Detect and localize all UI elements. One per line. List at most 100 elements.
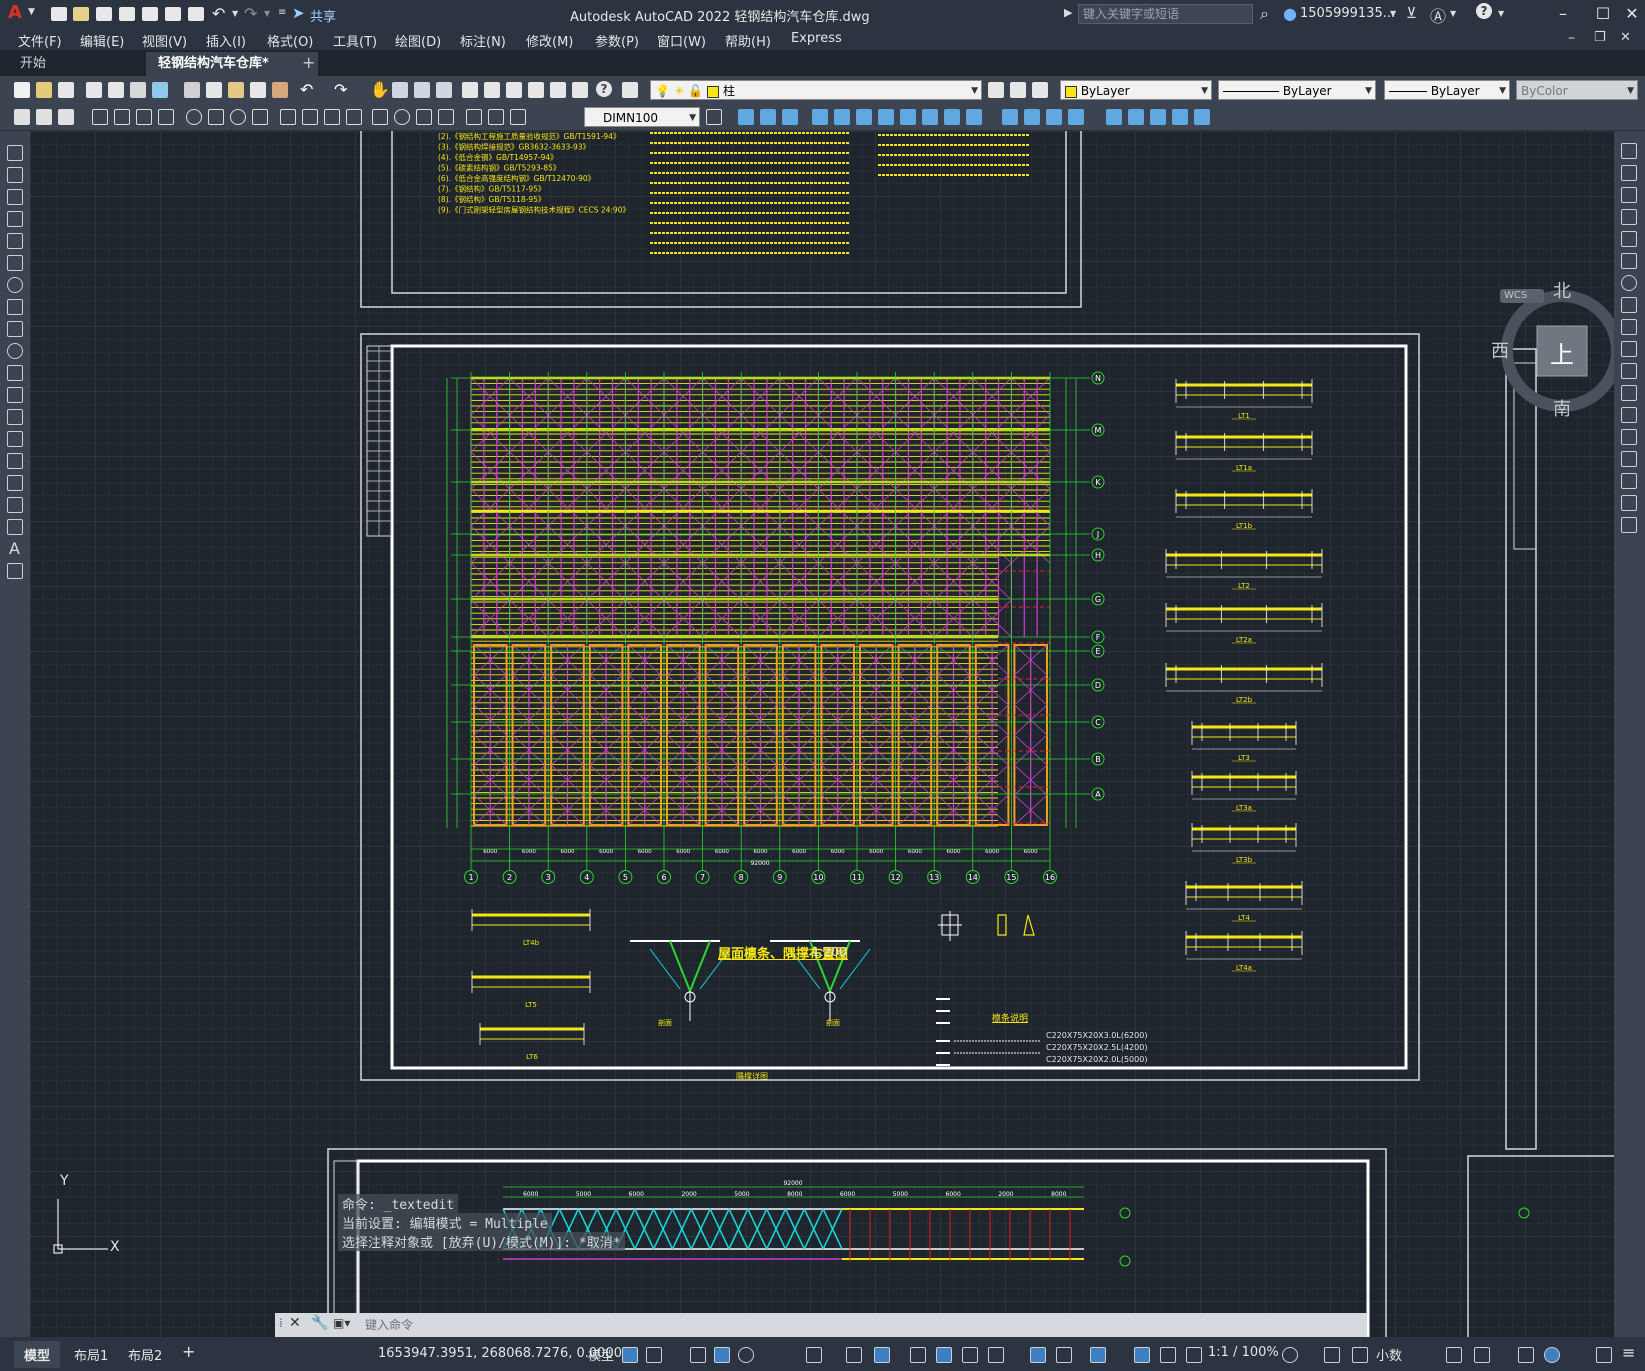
3d-osnap-icon[interactable]	[988, 1347, 1004, 1363]
doc-close-icon[interactable]: ✕	[1620, 30, 1631, 45]
model-space-button[interactable]: 模型	[588, 1345, 614, 1364]
rectangle-icon[interactable]	[7, 233, 23, 249]
new-file-icon[interactable]	[50, 5, 68, 23]
menu-edit[interactable]: 编辑(E)	[80, 31, 124, 50]
tab-start[interactable]: 开始	[8, 52, 132, 76]
layer-previous-icon[interactable]	[1010, 82, 1026, 98]
linear-dim-icon[interactable]	[92, 109, 108, 125]
dimstyle-manager-icon[interactable]	[706, 109, 722, 125]
region-icon[interactable]	[7, 497, 23, 513]
open-icon[interactable]	[36, 82, 52, 98]
extend-icon[interactable]	[1621, 363, 1637, 379]
join-icon[interactable]	[1621, 429, 1637, 445]
paste-icon[interactable]	[228, 82, 244, 98]
viewcube-west[interactable]: 西	[1491, 337, 1509, 363]
spline-icon[interactable]	[7, 321, 23, 337]
menu-dimension[interactable]: 标注(N)	[460, 31, 506, 50]
quickcalc-icon[interactable]	[572, 82, 588, 98]
viewcube-south[interactable]: 南	[1553, 395, 1571, 421]
markup-icon[interactable]	[550, 82, 566, 98]
autocad-logo-icon[interactable]: A	[8, 2, 22, 23]
polar-toggle-icon[interactable]	[738, 1347, 754, 1363]
dim-update-icon[interactable]	[510, 109, 526, 125]
trim-icon[interactable]	[1621, 341, 1637, 357]
tab-document[interactable]: 轻钢结构汽车仓库*	[146, 52, 318, 76]
tab-layout2[interactable]: 布局2	[128, 1345, 162, 1364]
coordinate-readout[interactable]: 1653947.3951, 268068.7276, 0.0000	[378, 1346, 622, 1361]
make-current-icon[interactable]	[988, 82, 1004, 98]
plot-icon[interactable]	[187, 5, 205, 23]
3d-tool-9-icon[interactable]	[922, 109, 938, 125]
copy-icon[interactable]	[206, 82, 222, 98]
search-expand-icon[interactable]: ▶	[1064, 6, 1072, 19]
radius-dim-icon[interactable]	[186, 109, 202, 125]
save-as-icon[interactable]	[118, 5, 136, 23]
undo-icon[interactable]: ↶	[212, 4, 225, 23]
command-recent-icon[interactable]: ▣▾	[333, 1316, 350, 1330]
3d-tool-14-icon[interactable]	[1046, 109, 1062, 125]
inspect-icon[interactable]	[416, 109, 432, 125]
linetype-dropdown[interactable]: ByLayer ▼	[1218, 80, 1376, 100]
insert-block-icon[interactable]	[7, 387, 23, 403]
menu-modify[interactable]: 修改(M)	[526, 31, 573, 50]
3d-tool-5-icon[interactable]	[834, 109, 850, 125]
zoom-window-icon[interactable]	[414, 82, 430, 98]
dim-space-icon[interactable]	[346, 109, 362, 125]
viewcube-north[interactable]: 北	[1553, 277, 1571, 303]
fillet-icon[interactable]	[1621, 473, 1637, 489]
infer-constraints-icon[interactable]	[690, 1347, 706, 1363]
menu-insert[interactable]: 插入(I)	[206, 31, 246, 50]
dim-edit-icon[interactable]	[466, 109, 482, 125]
dynamic-ucs-icon[interactable]	[1030, 1347, 1046, 1363]
construction-line-icon[interactable]	[7, 167, 23, 183]
redo-tb-icon[interactable]: ↷	[334, 80, 347, 99]
lineweight-toggle-icon[interactable]	[910, 1347, 926, 1363]
blend-icon[interactable]	[1621, 495, 1637, 511]
clean-screen-icon[interactable]	[1596, 1347, 1612, 1363]
close-icon[interactable]: ✕	[1619, 4, 1645, 24]
3d-tool-10-icon[interactable]	[944, 109, 960, 125]
tab-model[interactable]: 模型	[14, 1341, 61, 1368]
rotate-icon[interactable]	[1621, 275, 1637, 291]
units-value[interactable]: 小数	[1376, 1345, 1402, 1364]
mtext-icon[interactable]: A	[9, 539, 20, 558]
layer-state-icon[interactable]	[1032, 82, 1048, 98]
grid-toggle-icon[interactable]	[622, 1347, 638, 1363]
offset-icon[interactable]	[1621, 209, 1637, 225]
jogged-linear-icon[interactable]	[438, 109, 454, 125]
lock-ui-icon[interactable]	[1474, 1347, 1490, 1363]
cad-drawing[interactable]: (2).《钢结构工程施工质量验收规范》GB/T1591-94》(3).《钢结构焊…	[30, 131, 1614, 1337]
cart-icon[interactable]: ⊻	[1406, 4, 1417, 22]
tb2-icon-2[interactable]	[36, 109, 52, 125]
tolerance-icon[interactable]	[372, 109, 388, 125]
add-layout-button[interactable]: +	[182, 1342, 195, 1361]
auto-scale-icon[interactable]	[1160, 1347, 1176, 1363]
3d-tool-12-icon[interactable]	[1002, 109, 1018, 125]
color-dropdown[interactable]: ByLayer ▼	[1060, 80, 1212, 100]
share-button[interactable]: 共享	[310, 6, 336, 25]
viewcube-top-face[interactable]: 上	[1550, 335, 1574, 370]
arc-icon[interactable]	[7, 255, 23, 271]
3d-tool-13-icon[interactable]	[1024, 109, 1040, 125]
menu-tools[interactable]: 工具(T)	[333, 31, 377, 50]
block-editor-icon[interactable]	[272, 82, 288, 98]
3d-tool-15-icon[interactable]	[1068, 109, 1084, 125]
publish-icon[interactable]	[130, 82, 146, 98]
3d-tool-18-icon[interactable]	[1150, 109, 1166, 125]
erase-icon[interactable]	[1621, 143, 1637, 159]
mirror-icon[interactable]	[1621, 187, 1637, 203]
tab-layout1[interactable]: 布局1	[74, 1345, 108, 1364]
point-icon[interactable]	[7, 431, 23, 447]
3d-tool-11-icon[interactable]	[966, 109, 982, 125]
3d-tool-7-icon[interactable]	[878, 109, 894, 125]
continue-dim-icon[interactable]	[324, 109, 340, 125]
polygon-icon[interactable]	[7, 211, 23, 227]
revcloud-icon[interactable]	[7, 299, 23, 315]
save-web-icon[interactable]	[164, 5, 182, 23]
redo-dropdown-icon[interactable]: ▼	[264, 9, 270, 18]
isodraft-icon[interactable]	[806, 1347, 822, 1363]
graphics-performance-icon[interactable]	[1544, 1347, 1560, 1363]
copy-object-icon[interactable]	[1621, 165, 1637, 181]
tool-palettes-icon[interactable]	[506, 82, 522, 98]
help-dropdown-icon[interactable]: ▼	[1498, 9, 1504, 18]
